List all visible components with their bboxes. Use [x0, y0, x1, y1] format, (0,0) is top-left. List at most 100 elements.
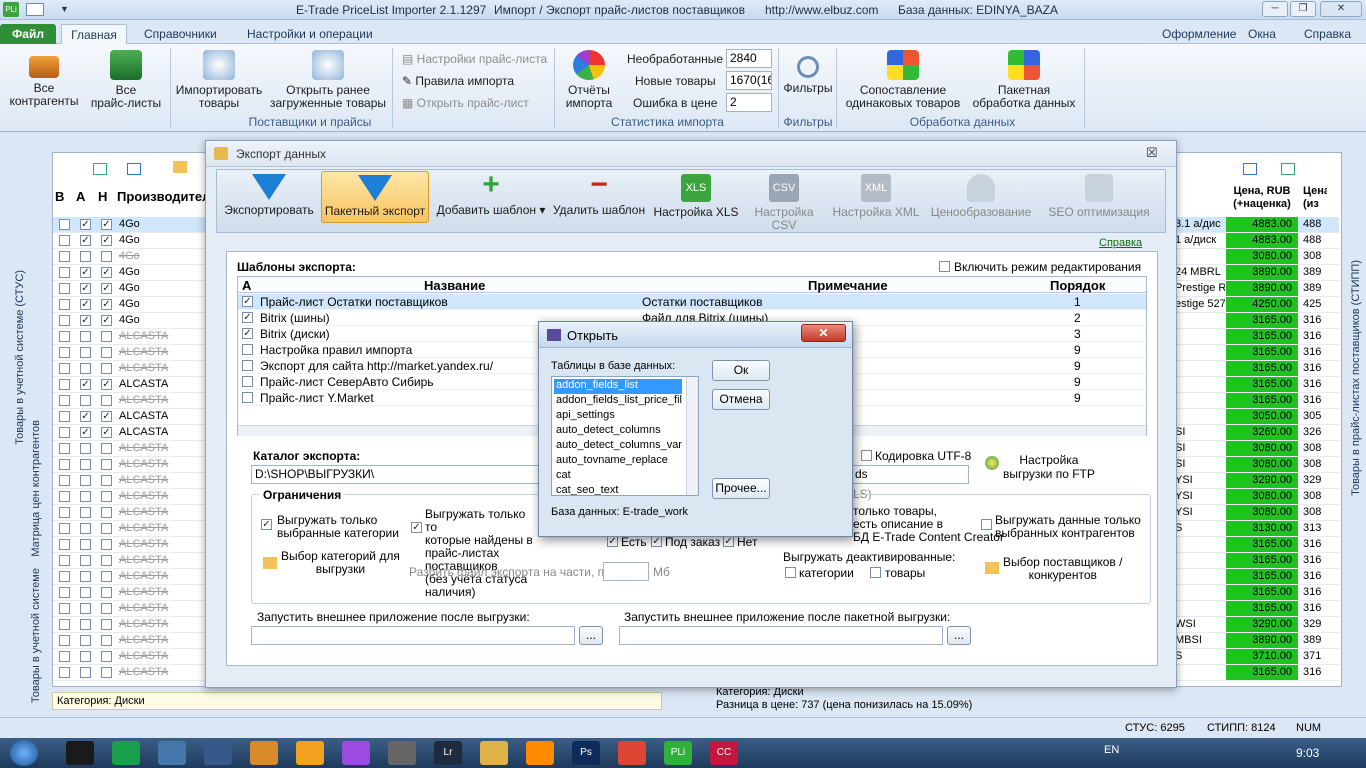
deact-categories-checkbox[interactable] — [785, 567, 796, 578]
add-template-button[interactable]: + Добавить шаблон ▾ — [435, 170, 547, 217]
fl-icon[interactable] — [342, 741, 370, 765]
row-a-checkbox[interactable] — [80, 651, 91, 662]
row-n-checkbox[interactable]: ✓ — [101, 283, 112, 294]
side-tab-accounting[interactable]: Товары в учетной системе — [30, 568, 42, 703]
row-n-checkbox[interactable]: ✓ — [101, 315, 112, 326]
table-icon[interactable] — [204, 741, 232, 765]
row-n-checkbox[interactable] — [101, 555, 112, 566]
row-v-checkbox[interactable] — [59, 315, 70, 326]
row-n-checkbox[interactable] — [101, 539, 112, 550]
row-v-checkbox[interactable] — [59, 363, 70, 374]
row-a-checkbox[interactable]: ✓ — [80, 283, 91, 294]
row-v-checkbox[interactable] — [59, 571, 70, 582]
xml-settings-button[interactable]: XML Настройка XML — [831, 174, 921, 219]
row-n-checkbox[interactable] — [101, 395, 112, 406]
menu-windows[interactable]: Окна — [1244, 24, 1280, 44]
calc-icon[interactable] — [388, 741, 416, 765]
list-item[interactable]: addon_fields_list_price_filte — [554, 394, 682, 409]
row-a-checkbox[interactable]: ✓ — [80, 379, 91, 390]
2-icon[interactable] — [296, 741, 324, 765]
import-rules-button[interactable]: ✎ Правила импорта — [402, 74, 514, 88]
template-checkbox[interactable] — [242, 392, 253, 403]
lightroom-icon[interactable]: Lr — [434, 741, 462, 765]
quick-access-icon[interactable] — [26, 3, 44, 16]
maximize-button[interactable]: ❐ — [1290, 1, 1316, 17]
split-field[interactable] — [603, 562, 649, 581]
csv-settings-button[interactable]: CSV Настройка CSV — [741, 174, 827, 232]
row-a-checkbox[interactable]: ✓ — [80, 267, 91, 278]
deact-goods-checkbox[interactable] — [870, 567, 881, 578]
row-a-checkbox[interactable] — [80, 571, 91, 582]
utf8-checkbox[interactable] — [861, 450, 872, 461]
filename-field[interactable]: ds — [851, 465, 969, 484]
only-found-checkbox[interactable]: ✓ — [411, 522, 422, 533]
row-v-checkbox[interactable] — [59, 267, 70, 278]
pricelist-settings-button[interactable]: ▤ Настройки прайс-листа — [402, 52, 547, 66]
row-n-checkbox[interactable] — [101, 363, 112, 374]
tab-file[interactable]: Файл — [0, 24, 56, 44]
row-a-checkbox[interactable] — [80, 363, 91, 374]
ok-button[interactable]: Ок — [712, 360, 770, 381]
row-v-checkbox[interactable] — [59, 667, 70, 678]
price-error-field[interactable]: 2 — [726, 93, 772, 112]
row-n-checkbox[interactable] — [101, 251, 112, 262]
delete-template-button[interactable]: − Удалить шаблон — [551, 170, 647, 217]
row-a-checkbox[interactable] — [80, 523, 91, 534]
run-after-export-field[interactable] — [251, 626, 575, 645]
list-item[interactable]: auto_tovname_replace — [554, 454, 682, 469]
row-v-checkbox[interactable] — [59, 459, 70, 470]
row-a-checkbox[interactable] — [80, 603, 91, 614]
edit-mode-checkbox[interactable] — [939, 261, 950, 272]
side-tab-price-matrix[interactable]: Матрица цен контрагентов — [30, 420, 42, 557]
row-v-checkbox[interactable] — [59, 283, 70, 294]
folder-icon[interactable] — [480, 741, 508, 765]
row-v-checkbox[interactable] — [59, 427, 70, 438]
row-v-checkbox[interactable] — [59, 523, 70, 534]
unprocessed-field[interactable]: 2840 — [726, 49, 772, 68]
ie-icon[interactable] — [66, 741, 94, 765]
filters-button[interactable]: Фильтры — [782, 50, 834, 95]
row-v-checkbox[interactable] — [59, 299, 70, 310]
row-a-checkbox[interactable] — [80, 331, 91, 342]
row-a-checkbox[interactable]: ✓ — [80, 299, 91, 310]
row-v-checkbox[interactable] — [59, 395, 70, 406]
row-a-checkbox[interactable] — [80, 443, 91, 454]
row-a-checkbox[interactable] — [80, 491, 91, 502]
row-n-checkbox[interactable] — [101, 635, 112, 646]
open-pricelist-button[interactable]: ▦ Открыть прайс-лист — [402, 96, 529, 110]
row-n-checkbox[interactable] — [101, 603, 112, 614]
row-n-checkbox[interactable] — [101, 347, 112, 358]
close-button[interactable]: ✕ — [1320, 1, 1362, 17]
list-item[interactable]: auto_detect_columns — [554, 424, 682, 439]
row-n-checkbox[interactable] — [101, 331, 112, 342]
side-tab-stipp[interactable]: Товары в прайс-листах поставщиков (СТИПП… — [1350, 260, 1362, 496]
row-v-checkbox[interactable] — [59, 619, 70, 630]
start-button[interactable] — [10, 740, 38, 766]
col-n-header[interactable]: Н — [98, 189, 107, 204]
row-v-checkbox[interactable] — [59, 635, 70, 646]
row-v-checkbox[interactable] — [59, 507, 70, 518]
template-row[interactable]: ✓ Прайс-лист Остатки поставщиков Остатки п… — [238, 294, 1146, 310]
col-note[interactable]: Примечание — [808, 278, 888, 293]
row-v-checkbox[interactable] — [59, 347, 70, 358]
row-a-checkbox[interactable]: ✓ — [80, 411, 91, 422]
avail-yes-checkbox[interactable]: ✓ — [607, 536, 618, 547]
tables-scrollbar[interactable] — [686, 377, 698, 495]
avail-order-checkbox[interactable]: ✓ — [651, 536, 662, 547]
cancel-button[interactable]: Отмена — [712, 389, 770, 410]
row-v-checkbox[interactable] — [59, 235, 70, 246]
template-checkbox[interactable]: ✓ — [242, 296, 253, 307]
photoshop-icon[interactable]: Ps — [572, 741, 600, 765]
row-n-checkbox[interactable] — [101, 587, 112, 598]
open-loaded-button[interactable]: Открыть ранее загруженные товары — [268, 50, 388, 110]
row-n-checkbox[interactable] — [101, 475, 112, 486]
row-a-checkbox[interactable]: ✓ — [80, 427, 91, 438]
lang-indicator[interactable]: EN — [1104, 744, 1119, 756]
tab-settings[interactable]: Настройки и операции — [235, 24, 385, 44]
row-a-checkbox[interactable]: ✓ — [80, 315, 91, 326]
col-a-header[interactable]: А — [76, 189, 85, 204]
avail-no-checkbox[interactable]: ✓ — [723, 536, 734, 547]
col-name[interactable]: Название — [424, 278, 485, 293]
all-pricelists-button[interactable]: Все прайс-листы — [86, 50, 166, 110]
chrome-icon[interactable] — [618, 741, 646, 765]
